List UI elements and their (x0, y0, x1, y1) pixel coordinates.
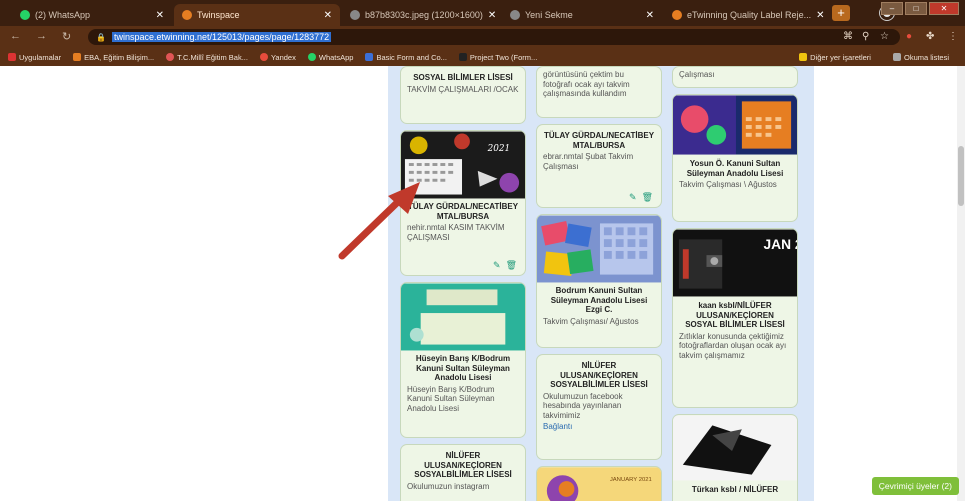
meb-icon (166, 53, 175, 61)
close-window-button[interactable]: ✕ (929, 2, 959, 15)
tab-quality-label[interactable]: eTwinning Quality Label Reje... ✕ (664, 4, 824, 26)
calendar-image: JANUARY 2021 (537, 467, 661, 501)
bookmark-meb[interactable]: T.C.Millî Eğitim Bak... (166, 53, 248, 62)
forward-button[interactable]: → (36, 30, 47, 42)
star-icon[interactable]: ☆ (880, 31, 889, 42)
bookmark-project-two[interactable]: Project Two (Form... (458, 53, 537, 62)
online-members-button[interactable]: Çevrimiçi üyeler (2) (871, 477, 959, 495)
page-scrollbar[interactable] (957, 66, 965, 501)
post-card[interactable]: Bodrum Kanuni Sultan Süleyman Anadolu Li… (536, 214, 662, 348)
delete-icon[interactable]: 🗑 (642, 192, 653, 203)
window-controls: – □ ✕ (881, 2, 959, 15)
form-icon (365, 53, 374, 61)
browser-tabstrip: (2) WhatsApp ✕ Twinspace ✕ b87b8303c.jpe… (0, 0, 965, 26)
post-card[interactable]: JANUARY 2021 (536, 466, 662, 501)
menu-icon[interactable]: ⋮ (948, 31, 958, 42)
translate-icon[interactable]: ⚲ (862, 31, 869, 42)
yandex-icon (259, 53, 268, 61)
etwinning-icon (672, 10, 682, 20)
extensions-puzzle-icon[interactable]: ✤ (926, 31, 934, 42)
calendar-image (673, 95, 797, 155)
page-content: SOSYAL BİLİMLER LİSESİ TAKVİM ÇALIŞMALAR… (0, 66, 965, 501)
post-card[interactable]: NİLÜFER ULUSAN/KEÇİOREN SOSYALBİLİMLER L… (400, 444, 526, 501)
post-card[interactable]: NİLÜFER ULUSAN/KEÇİOREN SOSYALBİLİMLER L… (536, 354, 662, 460)
close-icon[interactable]: ✕ (156, 10, 164, 21)
svg-text:2021: 2021 (487, 144, 511, 154)
apps-grid-icon (8, 53, 16, 61)
padlet-board: SOSYAL BİLİMLER LİSESİ TAKVİM ÇALIŞMALAR… (388, 66, 814, 501)
bookmark-basic-form[interactable]: Basic Form and Co... (365, 53, 447, 62)
maximize-button[interactable]: □ (905, 2, 927, 15)
post-card[interactable]: Yosun Ö. Kanuni Sultan Süleyman Anadolu … (672, 94, 798, 222)
reading-list-icon (892, 53, 901, 61)
close-icon[interactable]: ✕ (324, 10, 332, 21)
post-card[interactable]: Hüseyin Barış K/Bodrum Kanuni Sultan Sül… (400, 282, 526, 438)
lock-icon: 🔒 (96, 32, 106, 42)
close-icon[interactable]: ✕ (646, 10, 654, 21)
back-button[interactable]: ← (10, 30, 21, 42)
calendar-image (673, 415, 797, 481)
post-card[interactable]: TÜLAY GÜRDAL/NECATİBEY MTAL/BURSA ebrar.… (536, 124, 662, 208)
whatsapp-icon (20, 10, 30, 20)
tab-new[interactable]: Yeni Sekme ✕ (502, 4, 662, 26)
bookmark-whatsapp[interactable]: WhatsApp (307, 53, 353, 62)
folder-icon (799, 53, 808, 61)
post-card[interactable]: SOSYAL BİLİMLER LİSESİ TAKVİM ÇALIŞMALAR… (400, 66, 526, 124)
other-bookmarks[interactable]: Diğer yer işaretleri (799, 53, 871, 62)
bookmark-yandex[interactable]: Yandex (259, 53, 296, 62)
calendar-title: JAN 2021 (764, 237, 797, 252)
tab-twinspace[interactable]: Twinspace ✕ (174, 4, 340, 26)
page-icon (510, 10, 520, 20)
bookmark-apps[interactable]: Uygulamalar (8, 53, 61, 62)
calendar-image: JAN 2021 (673, 229, 797, 297)
edit-icon[interactable]: ✎ (493, 260, 501, 271)
post-card[interactable]: JAN 2021 kaan ksbl/NİLÜFER ULUSAN/KEÇİOR… (672, 228, 798, 408)
bookmarks-bar: Uygulamalar EBA, Eğitim Bilişim... T.C.M… (0, 48, 965, 66)
qr-icon[interactable]: ⌘ (843, 31, 853, 42)
whatsapp-icon (307, 53, 316, 61)
edit-icon[interactable]: ✎ (629, 192, 637, 203)
tab-whatsapp[interactable]: (2) WhatsApp ✕ (12, 4, 172, 26)
calendar-image (401, 283, 525, 351)
address-bar[interactable]: 🔒 twinspace.etwinning.net/125013/pages/p… (88, 29, 900, 45)
minimize-button[interactable]: – (881, 2, 903, 15)
tab-image[interactable]: b87b8303c.jpeg (1200×1600) ✕ (342, 4, 500, 26)
twinspace-icon (182, 10, 192, 20)
delete-icon[interactable]: 🗑 (506, 260, 517, 271)
reading-list[interactable]: Okuma listesi (892, 53, 949, 62)
link[interactable]: Bağlantı (537, 420, 661, 433)
browser-toolbar: ← → ↻ 🔒 twinspace.etwinning.net/125013/p… (0, 26, 965, 48)
image-icon (350, 10, 360, 20)
close-icon[interactable]: ✕ (816, 10, 824, 21)
scrollbar-thumb[interactable] (958, 146, 964, 206)
eba-icon (73, 53, 82, 61)
annotation-arrow (338, 182, 420, 260)
post-card[interactable]: görüntüsünü çektim bu fotoğrafı ocak ayı… (536, 66, 662, 118)
calendar-title: JANUARY 2021 (610, 477, 652, 483)
new-tab-button[interactable]: + (832, 5, 850, 21)
project-icon (458, 53, 467, 61)
extension-icon[interactable]: ● (906, 31, 912, 42)
bookmark-eba[interactable]: EBA, Eğitim Bilişim... (73, 53, 154, 62)
post-card[interactable]: Türkan ksbl / NİLÜFER (672, 414, 798, 501)
calendar-image (537, 215, 661, 283)
close-icon[interactable]: ✕ (488, 10, 496, 21)
post-card[interactable]: Çalışması (672, 66, 798, 88)
reload-button[interactable]: ↻ (62, 30, 71, 43)
